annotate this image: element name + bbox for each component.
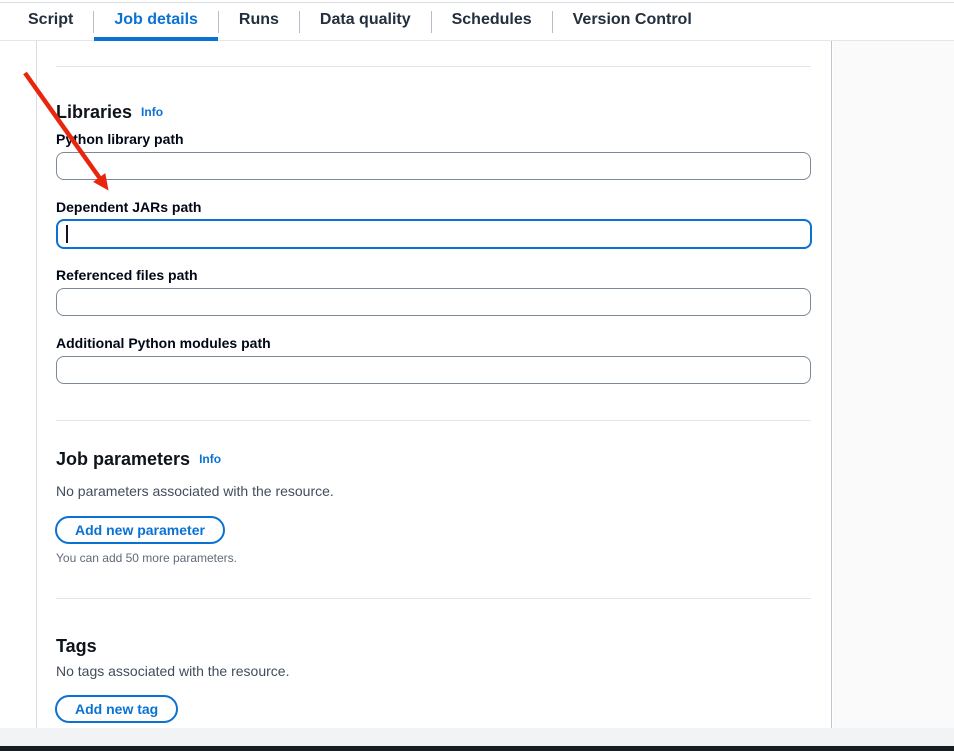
job-parameters-empty-text: No parameters associated with the resour… bbox=[56, 481, 334, 501]
section-divider bbox=[56, 598, 811, 599]
python-library-path-label: Python library path bbox=[56, 129, 184, 149]
python-library-path-input[interactable] bbox=[56, 152, 811, 180]
tab-runs[interactable]: Runs bbox=[219, 3, 299, 41]
right-scroll-gutter bbox=[833, 41, 954, 728]
referenced-files-path-label: Referenced files path bbox=[56, 265, 198, 285]
libraries-info-link[interactable]: Info bbox=[141, 105, 163, 119]
dependent-jars-path-input[interactable] bbox=[56, 219, 812, 249]
dependent-jars-path-label: Dependent JARs path bbox=[56, 197, 201, 217]
additional-python-modules-path-input[interactable] bbox=[56, 356, 811, 384]
tab-job-details[interactable]: Job details bbox=[94, 3, 218, 41]
tags-empty-text: No tags associated with the resource. bbox=[56, 661, 289, 681]
libraries-heading-text: Libraries bbox=[56, 102, 132, 122]
tab-bar: Script Job details Runs Data quality Sch… bbox=[0, 3, 954, 41]
job-parameters-heading-text: Job parameters bbox=[56, 449, 190, 469]
additional-python-modules-path-label: Additional Python modules path bbox=[56, 333, 271, 353]
tab-data-quality[interactable]: Data quality bbox=[300, 3, 431, 41]
parameters-helper-text: You can add 50 more parameters. bbox=[56, 550, 237, 566]
tab-version-control[interactable]: Version Control bbox=[553, 3, 712, 41]
add-new-parameter-button[interactable]: Add new parameter bbox=[55, 516, 225, 544]
libraries-heading: Libraries Info bbox=[56, 100, 163, 124]
text-cursor bbox=[66, 225, 68, 243]
section-divider bbox=[56, 66, 811, 67]
add-new-tag-button[interactable]: Add new tag bbox=[55, 695, 178, 723]
window-bottom-edge bbox=[0, 746, 954, 751]
section-divider bbox=[56, 420, 811, 421]
job-details-content-panel: Libraries Info Python library path Depend… bbox=[36, 41, 832, 728]
tab-schedules[interactable]: Schedules bbox=[432, 3, 552, 41]
glue-job-details-page: Script Job details Runs Data quality Sch… bbox=[0, 0, 954, 753]
referenced-files-path-input[interactable] bbox=[56, 288, 811, 316]
job-parameters-info-link[interactable]: Info bbox=[199, 452, 221, 466]
job-parameters-heading: Job parameters Info bbox=[56, 447, 221, 471]
bottom-strip bbox=[0, 728, 954, 746]
tab-script[interactable]: Script bbox=[8, 3, 93, 41]
tags-heading: Tags bbox=[56, 634, 97, 658]
